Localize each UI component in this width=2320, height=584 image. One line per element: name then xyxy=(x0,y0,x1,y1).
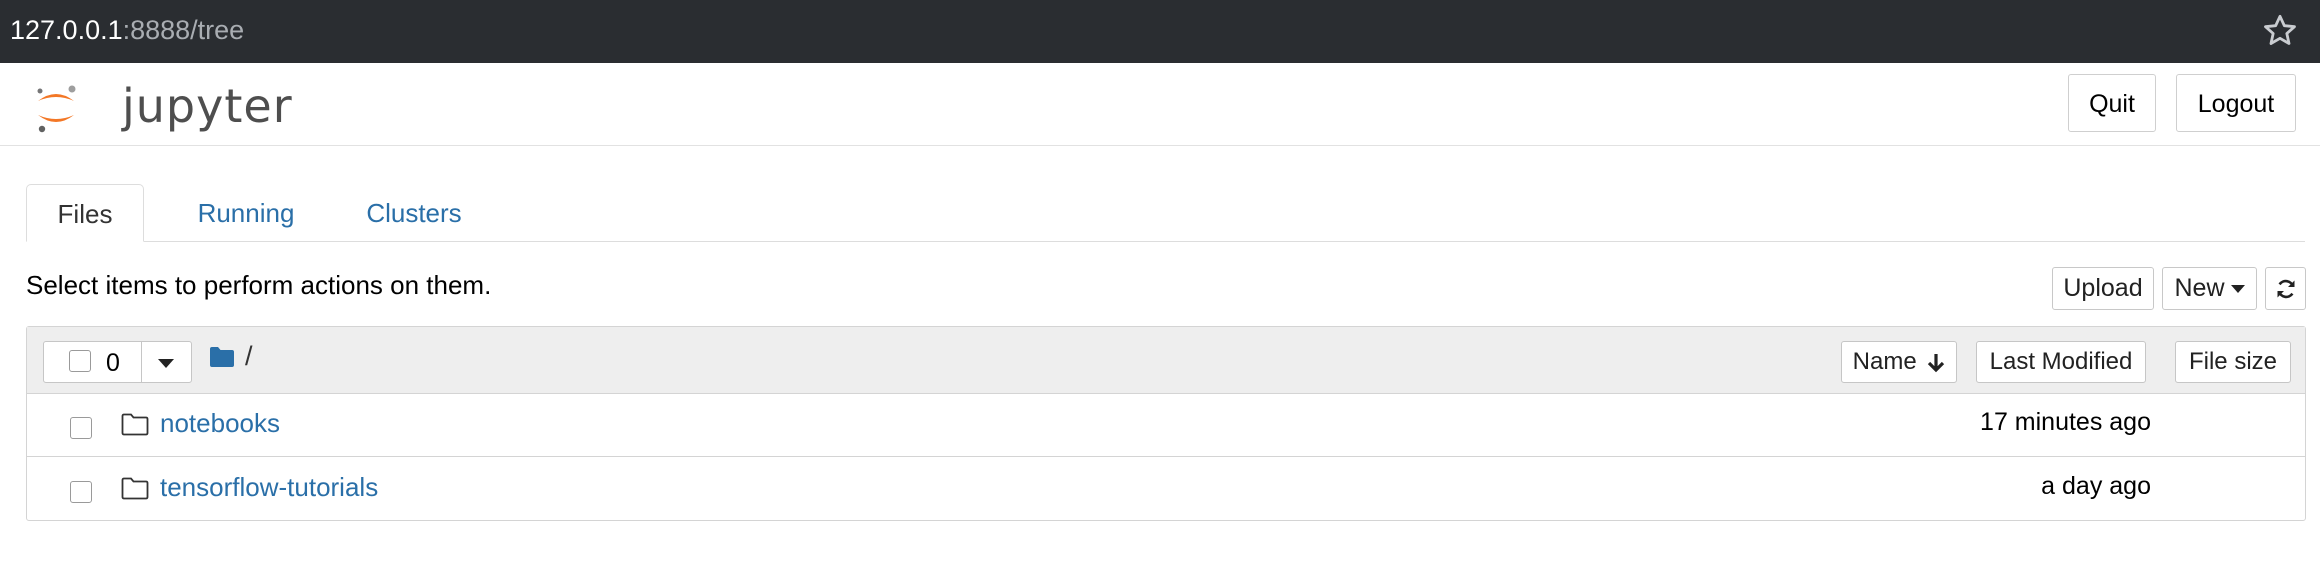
tab-running[interactable]: Running xyxy=(176,184,316,242)
url-host: 127.0.0.1 xyxy=(10,15,123,45)
logout-button[interactable]: Logout xyxy=(2176,74,2296,132)
item-modified: 17 minutes ago xyxy=(1980,408,2151,436)
new-button-label: New xyxy=(2174,274,2225,302)
selection-hint: Select items to perform actions on them. xyxy=(26,270,492,300)
address-url[interactable]: 127.0.0.1:8888/tree xyxy=(10,13,244,47)
select-dropdown-icon[interactable] xyxy=(158,359,174,368)
item-checkbox[interactable] xyxy=(70,481,92,503)
divider xyxy=(141,342,142,382)
breadcrumb-root[interactable]: / xyxy=(245,339,253,373)
jupyter-header: jupyter Quit Logout xyxy=(0,63,2320,146)
tab-files[interactable]: Files xyxy=(26,184,144,242)
refresh-icon xyxy=(2277,279,2294,299)
upload-button[interactable]: Upload xyxy=(2052,267,2154,310)
sort-name-button[interactable]: Name xyxy=(1841,341,1957,383)
item-checkbox[interactable] xyxy=(70,417,92,439)
arrow-down-icon xyxy=(1928,353,1945,372)
folder-solid-icon[interactable] xyxy=(209,346,235,368)
jupyter-logo-text: jupyter xyxy=(122,79,293,133)
list-item[interactable]: tensorflow-tutorials a day ago xyxy=(27,457,2305,520)
jupyter-logo-icon xyxy=(37,85,76,133)
url-path: :8888/tree xyxy=(122,15,245,45)
select-all-group: 0 xyxy=(43,341,192,383)
sort-last-modified-button[interactable]: Last Modified xyxy=(1976,341,2146,383)
tab-bar: Files Running Clusters xyxy=(26,184,2305,242)
jupyter-logo[interactable]: jupyter xyxy=(32,77,292,137)
sort-name-label: Name xyxy=(1852,348,1917,375)
file-list: 0 / Name Last Modified File size noteboo… xyxy=(26,326,2306,521)
refresh-button[interactable] xyxy=(2265,267,2306,310)
sort-file-size-button[interactable]: File size xyxy=(2175,341,2291,383)
new-dropdown-button[interactable]: New xyxy=(2162,267,2257,310)
item-name-link[interactable]: notebooks xyxy=(160,406,280,440)
star-icon[interactable] xyxy=(2260,11,2300,51)
selected-count: 0 xyxy=(106,349,120,377)
tab-clusters[interactable]: Clusters xyxy=(339,184,489,242)
list-item[interactable]: notebooks 17 minutes ago xyxy=(27,393,2305,457)
caret-down-icon xyxy=(2230,285,2245,294)
quit-button[interactable]: Quit xyxy=(2068,74,2156,132)
item-name-link[interactable]: tensorflow-tutorials xyxy=(160,470,378,504)
select-all-checkbox[interactable] xyxy=(69,350,91,372)
folder-icon xyxy=(121,477,149,500)
browser-address-bar: 127.0.0.1:8888/tree xyxy=(0,0,2320,64)
file-list-header: 0 / Name Last Modified File size xyxy=(27,327,2305,394)
item-modified: a day ago xyxy=(2041,472,2151,500)
folder-icon xyxy=(121,413,149,436)
